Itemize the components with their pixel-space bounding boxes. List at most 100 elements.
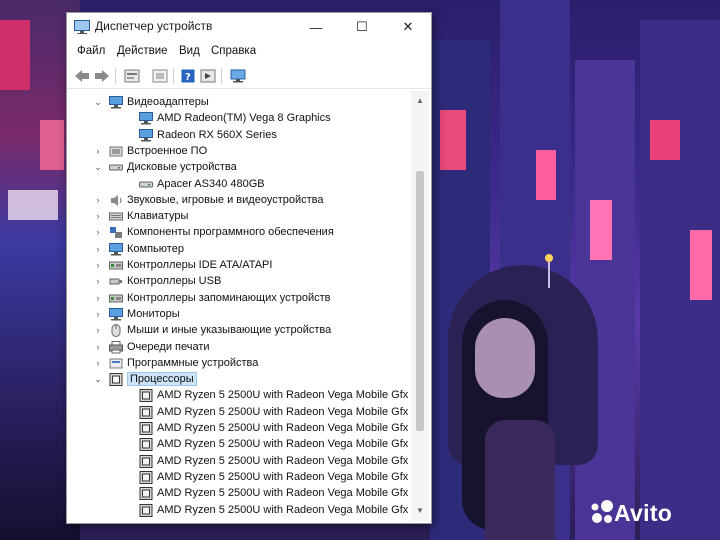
tree-category[interactable]: › Клавиатуры [67, 209, 407, 225]
wallpaper-neon-sign [40, 120, 64, 170]
device-manager-window: Диспетчер устройств — ☐ ✕ Файл Действие … [66, 12, 432, 524]
chevron-down-icon[interactable]: ⌄ [93, 373, 103, 385]
software-device-icon [109, 357, 123, 370]
chevron-right-icon[interactable]: › [93, 226, 103, 238]
tree-category[interactable]: › Мониторы [67, 307, 407, 323]
tree-category[interactable]: ⌄ Дисковые устройства [67, 160, 407, 176]
tree-device[interactable]: AMD Ryzen 5 2500U with Radeon Vega Mobil… [67, 405, 409, 421]
tree-item-label: AMD Ryzen 5 2500U with Radeon Vega Mobil… [157, 422, 409, 434]
wallpaper-antenna [548, 258, 550, 288]
tree-device[interactable]: AMD Ryzen 5 2500U with Radeon Vega Mobil… [67, 503, 409, 519]
disk-icon [109, 161, 123, 174]
device-tree[interactable]: ⌄ Видеоадаптеры AMD Radeon(TM) Vega 8 Grap… [67, 91, 421, 523]
processor-icon [139, 405, 153, 419]
chevron-down-icon[interactable]: ⌄ [93, 96, 103, 108]
tree-item-label: Компьютер [127, 242, 184, 255]
processor-icon [139, 454, 153, 468]
tree-category[interactable]: › Очереди печати [67, 340, 407, 356]
toolbar-separator [221, 68, 222, 84]
wallpaper-neon-sign [8, 190, 58, 220]
tree-item-label: AMD Ryzen 5 2500U with Radeon Vega Mobil… [157, 487, 409, 500]
chevron-right-icon[interactable]: › [93, 275, 103, 287]
chevron-right-icon[interactable]: › [93, 292, 103, 304]
tree-category[interactable]: › Встроенное ПО [67, 144, 407, 160]
wallpaper-character-face [475, 318, 535, 398]
tree-device[interactable]: AMD Ryzen 5 2500U with Radeon Vega Mobil… [67, 421, 409, 437]
back-icon[interactable] [73, 67, 91, 85]
chevron-right-icon[interactable]: › [93, 341, 103, 353]
properties-icon[interactable] [123, 67, 141, 85]
title-bar[interactable]: Диспетчер устройств — ☐ ✕ [67, 13, 431, 41]
tree-category[interactable]: › Компьютер [67, 242, 407, 258]
tree-category[interactable]: › Контроллеры USB [67, 274, 407, 290]
tree-category[interactable]: › Контроллеры запоминающих устройств [67, 291, 407, 307]
chevron-right-icon[interactable]: › [93, 243, 103, 255]
menu-action[interactable]: Действие [117, 45, 168, 57]
tree-device[interactable]: AMD Ryzen 5 2500U with Radeon Vega Mobil… [67, 470, 408, 486]
chevron-right-icon[interactable]: › [93, 324, 103, 336]
tree-item-label: Клавиатуры [127, 210, 189, 223]
chevron-right-icon[interactable]: › [93, 259, 103, 271]
wallpaper-antenna-light [545, 254, 553, 262]
tree-item-label: AMD Ryzen 5 2500U with Radeon Vega Mobil… [157, 438, 409, 451]
usb-icon [109, 275, 123, 288]
display-adapter-icon [139, 128, 153, 142]
vertical-scrollbar[interactable]: ▲ ▼ [411, 91, 429, 521]
storage-controller-icon [109, 292, 123, 305]
chevron-right-icon[interactable]: › [93, 145, 103, 157]
menu-view[interactable]: Вид [179, 45, 200, 57]
scrollbar-thumb[interactable] [416, 171, 424, 431]
menu-help[interactable]: Справка [211, 45, 256, 57]
watermark-text: Avito [614, 500, 673, 526]
close-button[interactable]: ✕ [385, 13, 431, 41]
monitor-icon[interactable] [229, 67, 247, 85]
wallpaper-neon-sign [650, 120, 680, 160]
tree-item-label: AMD Ryzen 5 2500U with Radeon Vega Mobil… [157, 389, 409, 402]
tree-item-label: AMD Ryzen 5 2500U with Radeon Vega Mobil… [157, 405, 409, 418]
chevron-down-icon[interactable]: ⌄ [93, 161, 103, 173]
minimize-button[interactable]: — [293, 13, 339, 41]
run-icon[interactable] [199, 67, 217, 85]
tree-category[interactable]: › Программные устройства [67, 356, 407, 372]
printer-icon [109, 340, 123, 354]
menu-file[interactable]: Файл [77, 45, 105, 57]
processor-icon [139, 487, 153, 501]
tree-category[interactable]: › Звуковые, игровые и видеоустройства [67, 193, 407, 209]
tree-category[interactable]: › Компоненты программного обеспечения [67, 225, 407, 241]
wallpaper-neon-sign [590, 200, 612, 260]
firmware-icon [109, 145, 123, 158]
chevron-right-icon[interactable]: › [93, 308, 103, 320]
chevron-right-icon[interactable]: › [93, 357, 103, 369]
tree-device[interactable]: AMD Ryzen 5 2500U with Radeon Vega Mobil… [67, 388, 409, 404]
maximize-button[interactable]: ☐ [339, 13, 385, 41]
tree-category[interactable]: › Мыши и иные указывающие устройства [67, 323, 407, 339]
tree-device[interactable]: AMD Ryzen 5 2500U with Radeon Vega Mobil… [67, 454, 409, 470]
tree-device[interactable]: Radeon RX 560X Series [67, 128, 407, 144]
processor-icon [139, 470, 153, 484]
tree-device[interactable]: AMD Ryzen 5 2500U with Radeon Vega Mobil… [67, 486, 409, 502]
tree-category[interactable]: ⌄ Процессоры [67, 372, 407, 388]
show-hidden-icon[interactable] [151, 67, 169, 85]
tree-item-label: AMD Ryzen 5 2500U with Radeon Vega Mobil… [157, 503, 409, 516]
scroll-up-icon[interactable]: ▲ [415, 95, 425, 105]
software-component-icon [109, 226, 123, 239]
tree-device[interactable]: Apacer AS340 480GB [67, 177, 407, 193]
tree-category[interactable]: › Контроллеры IDE ATA/ATAPI [67, 258, 407, 274]
tree-item-label: Компоненты программного обеспечения [127, 226, 334, 239]
device-manager-icon [74, 20, 90, 34]
mouse-icon [109, 324, 123, 338]
chevron-right-icon[interactable]: › [93, 210, 103, 222]
help-icon[interactable]: ? [179, 67, 197, 85]
tree-device[interactable]: AMD Ryzen 5 2500U with Radeon Vega Mobil… [67, 437, 409, 453]
display-adapter-icon [109, 96, 123, 109]
tree-item-label: Дисковые устройства [127, 161, 237, 174]
scroll-down-icon[interactable]: ▼ [415, 505, 425, 515]
chevron-right-icon[interactable]: › [93, 194, 103, 206]
tree-device[interactable]: AMD Radeon(TM) Vega 8 Graphics [67, 111, 407, 127]
tree-item-label: AMD Ryzen 5 2500U with Radeon Vega Mobil… [157, 454, 409, 467]
forward-icon[interactable] [93, 67, 111, 85]
svg-text:?: ? [185, 72, 191, 83]
tree-category[interactable]: ⌄ Видеоадаптеры [67, 95, 407, 111]
wallpaper-neon-sign [440, 110, 466, 170]
tree-item-label: Radeon RX 560X Series [157, 128, 277, 141]
